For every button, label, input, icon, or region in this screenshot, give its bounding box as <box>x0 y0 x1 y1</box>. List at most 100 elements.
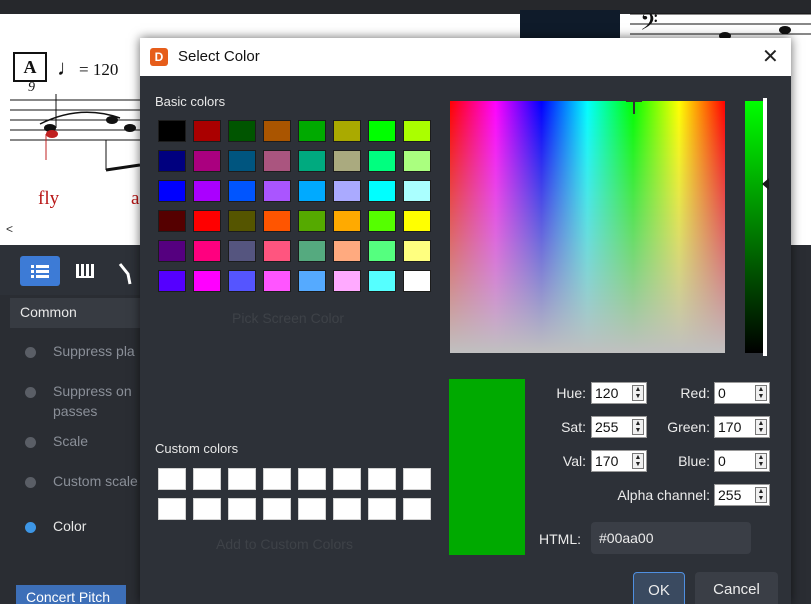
custom-color-swatch[interactable] <box>298 498 326 520</box>
spin-arrows-icon[interactable]: ▲ ▼ <box>632 453 644 469</box>
value-slider-handle-icon[interactable] <box>762 178 769 190</box>
section-header-common[interactable]: Common <box>10 298 150 328</box>
spin-arrows-icon[interactable]: ▲ ▼ <box>755 385 767 401</box>
basic-color-swatch[interactable] <box>193 240 221 262</box>
list-view-button[interactable] <box>20 256 60 286</box>
basic-color-swatch[interactable] <box>263 120 291 142</box>
custom-color-swatch[interactable] <box>403 498 431 520</box>
basic-color-swatch[interactable] <box>193 210 221 232</box>
basic-color-swatch[interactable] <box>333 270 361 292</box>
custom-color-swatch[interactable] <box>333 468 361 490</box>
property-label: Suppress pla <box>53 343 135 359</box>
basic-color-swatch[interactable] <box>228 150 256 172</box>
basic-color-swatch[interactable] <box>158 210 186 232</box>
red-spinbox[interactable]: 0 ▲ ▼ <box>714 382 770 404</box>
basic-color-swatch[interactable] <box>333 180 361 202</box>
hue-saturation-field[interactable] <box>450 101 725 353</box>
basic-color-swatch[interactable] <box>263 270 291 292</box>
basic-color-swatch[interactable] <box>403 120 431 142</box>
val-label: Val: <box>562 453 586 469</box>
sat-spinbox[interactable]: 255 ▲ ▼ <box>591 416 647 438</box>
spin-arrows-icon[interactable]: ▲ ▼ <box>755 419 767 435</box>
basic-color-swatch[interactable] <box>368 150 396 172</box>
green-spinbox[interactable]: 170 ▲ ▼ <box>714 416 770 438</box>
basic-color-swatch[interactable] <box>193 180 221 202</box>
basic-color-swatch[interactable] <box>298 270 326 292</box>
ok-button[interactable]: OK <box>633 572 685 604</box>
basic-color-swatch[interactable] <box>403 270 431 292</box>
tempo-marking[interactable]: ♩= 120 <box>57 55 118 81</box>
basic-color-swatch[interactable] <box>368 270 396 292</box>
basic-color-swatch[interactable] <box>368 120 396 142</box>
spin-arrows-icon[interactable]: ▲ ▼ <box>632 385 644 401</box>
basic-color-swatch[interactable] <box>333 240 361 262</box>
custom-color-swatch[interactable] <box>228 498 256 520</box>
spin-arrows-icon[interactable]: ▲ ▼ <box>632 419 644 435</box>
custom-color-swatch[interactable] <box>193 468 221 490</box>
html-color-input[interactable]: #00aa00 <box>591 522 751 554</box>
custom-color-swatch[interactable] <box>193 498 221 520</box>
basic-color-swatch[interactable] <box>158 270 186 292</box>
basic-color-swatch[interactable] <box>403 150 431 172</box>
value-slider[interactable] <box>745 101 763 353</box>
pick-screen-color-button[interactable]: Pick Screen Color <box>232 310 344 326</box>
alpha-spinbox[interactable]: 255 ▲ ▼ <box>714 484 770 506</box>
val-spinbox[interactable]: 170 ▲ ▼ <box>591 450 647 472</box>
basic-color-swatch[interactable] <box>333 150 361 172</box>
basic-color-swatch[interactable] <box>193 270 221 292</box>
rehearsal-mark[interactable]: A <box>13 52 47 82</box>
spin-arrows-icon[interactable]: ▲ ▼ <box>755 453 767 469</box>
basic-color-swatch[interactable] <box>228 120 256 142</box>
basic-color-swatch[interactable] <box>298 180 326 202</box>
close-icon[interactable]: ✕ <box>762 44 779 69</box>
custom-color-swatch[interactable] <box>263 468 291 490</box>
basic-color-swatch[interactable] <box>228 270 256 292</box>
basic-color-swatch[interactable] <box>193 150 221 172</box>
basic-color-swatch[interactable] <box>158 180 186 202</box>
concert-pitch-button[interactable]: Concert Pitch <box>16 585 126 604</box>
custom-color-swatch[interactable] <box>263 498 291 520</box>
custom-color-swatch[interactable] <box>228 468 256 490</box>
basic-color-swatch[interactable] <box>158 120 186 142</box>
basic-color-swatch[interactable] <box>228 210 256 232</box>
custom-color-swatch[interactable] <box>403 468 431 490</box>
basic-color-swatch[interactable] <box>403 240 431 262</box>
custom-color-swatch[interactable] <box>333 498 361 520</box>
lyric-syllable[interactable]: a <box>131 188 139 210</box>
custom-color-swatch[interactable] <box>368 468 396 490</box>
custom-color-swatch[interactable] <box>158 498 186 520</box>
basic-color-swatch[interactable] <box>298 120 326 142</box>
lyric-syllable[interactable]: fly <box>38 188 59 210</box>
custom-color-swatch[interactable] <box>298 468 326 490</box>
basic-color-swatch[interactable] <box>263 240 291 262</box>
basic-color-swatch[interactable] <box>263 210 291 232</box>
sat-value: 255 <box>595 419 619 435</box>
blue-spinbox[interactable]: 0 ▲ ▼ <box>714 450 770 472</box>
custom-color-swatch[interactable] <box>158 468 186 490</box>
hue-spinbox[interactable]: 120 ▲ ▼ <box>591 382 647 404</box>
basic-color-swatch[interactable] <box>228 240 256 262</box>
basic-color-swatch[interactable] <box>298 240 326 262</box>
basic-color-swatch[interactable] <box>158 150 186 172</box>
cancel-button[interactable]: Cancel <box>695 572 778 604</box>
basic-color-swatch[interactable] <box>263 150 291 172</box>
basic-color-swatch[interactable] <box>228 180 256 202</box>
basic-color-swatch[interactable] <box>403 180 431 202</box>
scroll-left-arrow-icon[interactable]: < <box>6 222 13 236</box>
basic-color-swatch[interactable] <box>368 240 396 262</box>
basic-color-swatch[interactable] <box>368 180 396 202</box>
basic-color-swatch[interactable] <box>333 210 361 232</box>
crosshair-cursor[interactable] <box>633 100 635 114</box>
spin-arrows-icon[interactable]: ▲ ▼ <box>755 487 767 503</box>
basic-color-swatch[interactable] <box>368 210 396 232</box>
basic-color-swatch[interactable] <box>263 180 291 202</box>
basic-color-swatch[interactable] <box>298 150 326 172</box>
add-to-custom-colors-button[interactable]: Add to Custom Colors <box>216 536 353 552</box>
basic-color-swatch[interactable] <box>158 240 186 262</box>
basic-color-swatch[interactable] <box>403 210 431 232</box>
custom-color-swatch[interactable] <box>368 498 396 520</box>
piano-button[interactable] <box>68 256 108 286</box>
basic-color-swatch[interactable] <box>333 120 361 142</box>
basic-color-swatch[interactable] <box>298 210 326 232</box>
basic-color-swatch[interactable] <box>193 120 221 142</box>
